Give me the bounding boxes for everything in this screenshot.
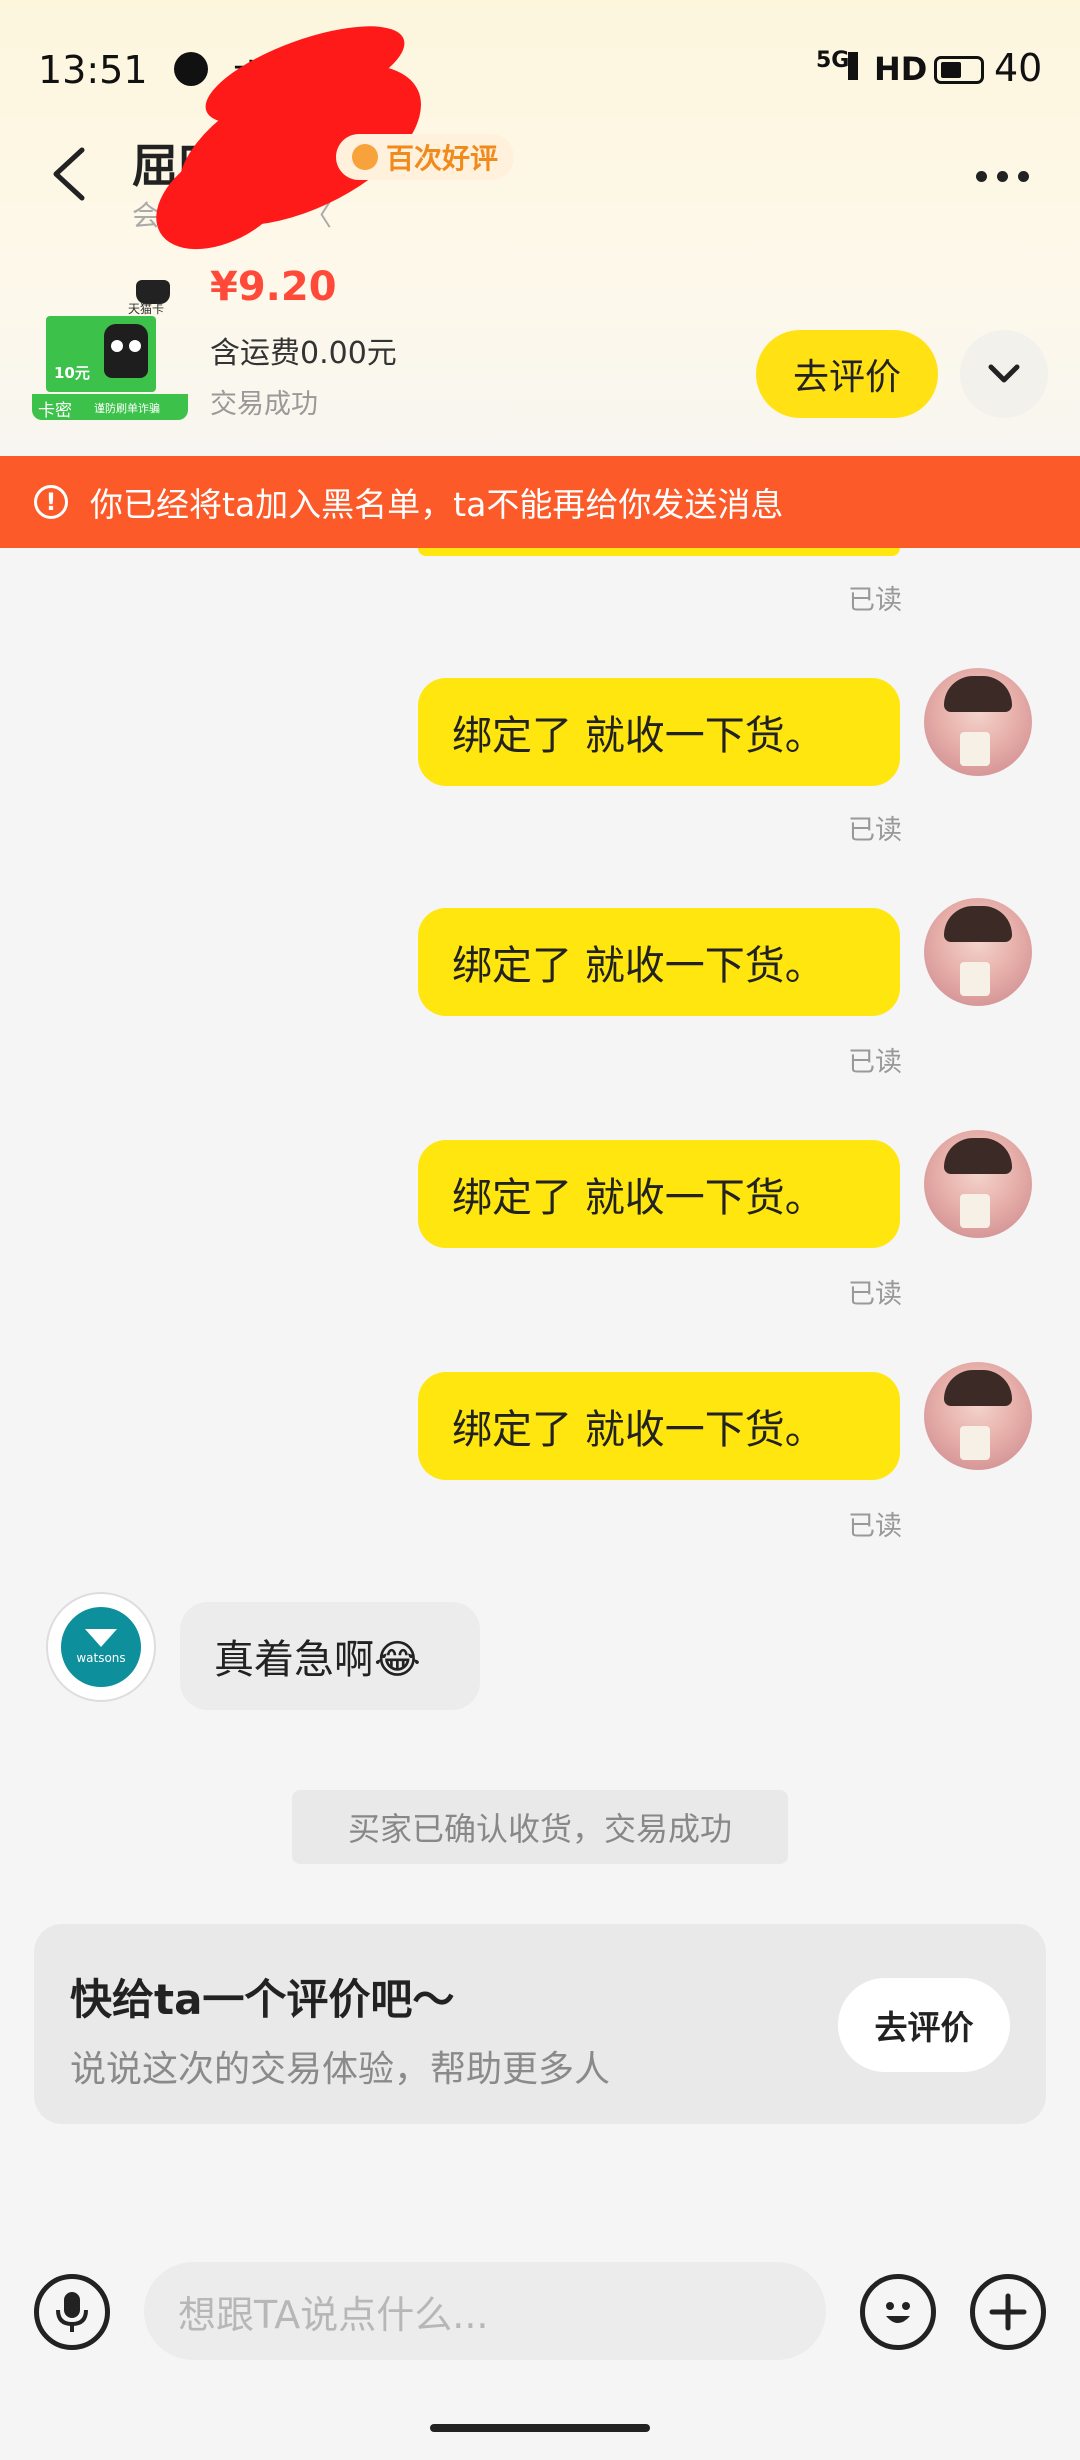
- shipping-fee: 含运费0.00元: [210, 336, 397, 371]
- review-button[interactable]: 去评价: [756, 330, 938, 418]
- my-avatar[interactable]: [924, 1130, 1032, 1238]
- read-receipt: 已读: [848, 815, 902, 846]
- microphone-icon: [56, 2292, 88, 2332]
- review-card-title: 快给ta一个评价吧～: [70, 1975, 455, 2024]
- watsons-logo-text: watsons: [76, 1651, 126, 1665]
- tmall-cat-icon: [104, 324, 148, 378]
- message-bubble-mine[interactable]: 绑定了 就收一下货。: [418, 1140, 900, 1248]
- expand-button[interactable]: [960, 330, 1048, 418]
- signal-bars-icon: [848, 52, 858, 80]
- back-button[interactable]: [46, 146, 94, 202]
- my-avatar[interactable]: [924, 1362, 1032, 1470]
- emoji-icon: [886, 2302, 910, 2323]
- blacklist-text: 你已经将ta加入黑名单，ta不能再给你发送消息: [90, 485, 784, 524]
- home-indicator[interactable]: [430, 2424, 650, 2432]
- card-value: 10元: [54, 364, 90, 382]
- read-receipt: 已读: [848, 585, 902, 616]
- chevron-down-icon: [988, 364, 1020, 383]
- read-receipt: 已读: [848, 1047, 902, 1078]
- review-card-button[interactable]: 去评价: [838, 1978, 1010, 2072]
- status-hd: HD: [874, 50, 928, 88]
- plus-button[interactable]: [970, 2274, 1046, 2350]
- status-time: 13:51: [38, 48, 148, 92]
- read-receipt: 已读: [848, 1279, 902, 1310]
- review-prompt-card: 快给ta一个评价吧～ 说说这次的交易体验，帮助更多人 去评价: [34, 1924, 1046, 2124]
- message-bubble-partial: [418, 548, 900, 556]
- more-dots-icon: [1018, 170, 1029, 182]
- product-thumbnail[interactable]: 天猫卡 10元 卡密 谨防刷单诈骗: [32, 280, 188, 422]
- battery-icon: [934, 56, 984, 84]
- rating-badge: 百次好评: [336, 134, 515, 180]
- voice-button[interactable]: [34, 2274, 110, 2350]
- notification-dot-icon: [174, 52, 208, 86]
- status-battery: 40: [994, 46, 1043, 90]
- my-avatar[interactable]: [924, 668, 1032, 776]
- review-card-subtitle: 说说这次的交易体验，帮助更多人: [70, 2049, 611, 2090]
- chevron-left-icon: [53, 147, 85, 201]
- plus-icon: [989, 2293, 1027, 2331]
- message-bubble-mine[interactable]: 绑定了 就收一下货。: [418, 678, 900, 786]
- card-note: 谨防刷单诈骗: [94, 402, 160, 415]
- message-bubble-mine[interactable]: 绑定了 就收一下货。: [418, 1372, 900, 1480]
- product-price: ¥9.20: [210, 264, 337, 310]
- seller-avatar[interactable]: watsons: [46, 1592, 156, 1702]
- message-input[interactable]: 想跟TA说点什么...: [144, 2262, 826, 2360]
- alert-circle-icon: !: [34, 485, 68, 519]
- emoji-button[interactable]: [860, 2274, 936, 2350]
- more-dots-icon: [976, 170, 987, 182]
- badge-icon: [352, 144, 378, 170]
- system-notice: 买家已确认收货，交易成功: [292, 1790, 788, 1864]
- my-avatar[interactable]: [924, 898, 1032, 1006]
- message-bubble-mine[interactable]: 绑定了 就收一下货。: [418, 908, 900, 1016]
- blacklist-banner: ! 你已经将ta加入黑名单，ta不能再给你发送消息: [0, 456, 1080, 548]
- card-label: 卡密: [38, 401, 72, 421]
- more-button[interactable]: [976, 156, 1042, 196]
- watsons-logo-icon: [85, 1629, 117, 1647]
- card-brand: 天猫卡: [128, 302, 165, 316]
- read-receipt: 已读: [848, 1511, 902, 1542]
- more-dots-icon: [997, 170, 1008, 182]
- order-status: 交易成功: [210, 389, 318, 420]
- message-bubble-other[interactable]: 真着急啊😂: [180, 1602, 480, 1710]
- status-signal: 5G: [816, 48, 850, 73]
- badge-label: 百次好评: [386, 142, 499, 175]
